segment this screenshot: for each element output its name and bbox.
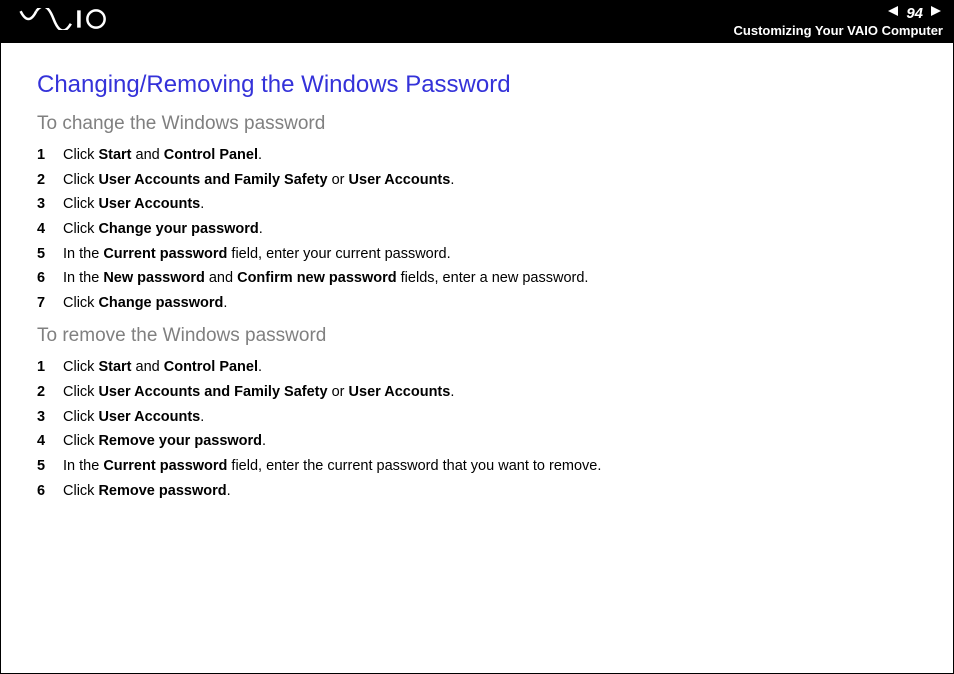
step-item: 6In the New password and Confirm new pas… bbox=[37, 266, 917, 291]
step-text: Click User Accounts and Family Safety or… bbox=[63, 168, 454, 193]
step-list: 1Click Start and Control Panel.2Click Us… bbox=[37, 143, 917, 315]
step-number: 2 bbox=[37, 168, 63, 193]
header-bar: 94 Customizing Your VAIO Computer bbox=[1, 1, 953, 43]
step-item: 1Click Start and Control Panel. bbox=[37, 355, 917, 380]
step-text: Click Remove your password. bbox=[63, 429, 266, 454]
step-item: 5In the Current password field, enter yo… bbox=[37, 242, 917, 267]
step-number: 4 bbox=[37, 217, 63, 242]
step-number: 5 bbox=[37, 242, 63, 267]
step-text: Click Change your password. bbox=[63, 217, 263, 242]
page-title: Changing/Removing the Windows Password bbox=[37, 71, 917, 99]
step-number: 3 bbox=[37, 192, 63, 217]
step-number: 6 bbox=[37, 479, 63, 504]
step-text: Click User Accounts. bbox=[63, 192, 204, 217]
step-text: Click Start and Control Panel. bbox=[63, 143, 262, 168]
step-text: Click Start and Control Panel. bbox=[63, 355, 262, 380]
section-subhead: To change the Windows password bbox=[37, 113, 917, 135]
step-item: 3Click User Accounts. bbox=[37, 192, 917, 217]
next-page-icon[interactable] bbox=[929, 4, 943, 23]
step-item: 4Click Remove your password. bbox=[37, 429, 917, 454]
vaio-logo bbox=[19, 8, 129, 30]
step-text: Click User Accounts. bbox=[63, 405, 204, 430]
breadcrumb: Customizing Your VAIO Computer bbox=[734, 23, 943, 38]
step-list: 1Click Start and Control Panel.2Click Us… bbox=[37, 355, 917, 503]
step-item: 4Click Change your password. bbox=[37, 217, 917, 242]
step-item: 1Click Start and Control Panel. bbox=[37, 143, 917, 168]
step-text: Click Remove password. bbox=[63, 479, 231, 504]
step-item: 3Click User Accounts. bbox=[37, 405, 917, 430]
step-text: In the Current password field, enter the… bbox=[63, 454, 601, 479]
step-number: 7 bbox=[37, 291, 63, 316]
step-item: 2Click User Accounts and Family Safety o… bbox=[37, 168, 917, 193]
step-item: 5In the Current password field, enter th… bbox=[37, 454, 917, 479]
content-area: Changing/Removing the Windows Password T… bbox=[1, 43, 953, 503]
step-number: 1 bbox=[37, 355, 63, 380]
step-text: In the Current password field, enter you… bbox=[63, 242, 451, 267]
step-number: 4 bbox=[37, 429, 63, 454]
step-text: Click Change password. bbox=[63, 291, 227, 316]
step-item: 2Click User Accounts and Family Safety o… bbox=[37, 380, 917, 405]
step-text: In the New password and Confirm new pass… bbox=[63, 266, 588, 291]
step-item: 7Click Change password. bbox=[37, 291, 917, 316]
section-subhead: To remove the Windows password bbox=[37, 325, 917, 347]
prev-page-icon[interactable] bbox=[886, 4, 900, 23]
step-item: 6Click Remove password. bbox=[37, 479, 917, 504]
page-nav: 94 bbox=[886, 4, 943, 23]
page-number: 94 bbox=[902, 5, 927, 22]
step-text: Click User Accounts and Family Safety or… bbox=[63, 380, 454, 405]
step-number: 2 bbox=[37, 380, 63, 405]
step-number: 1 bbox=[37, 143, 63, 168]
step-number: 3 bbox=[37, 405, 63, 430]
step-number: 6 bbox=[37, 266, 63, 291]
step-number: 5 bbox=[37, 454, 63, 479]
